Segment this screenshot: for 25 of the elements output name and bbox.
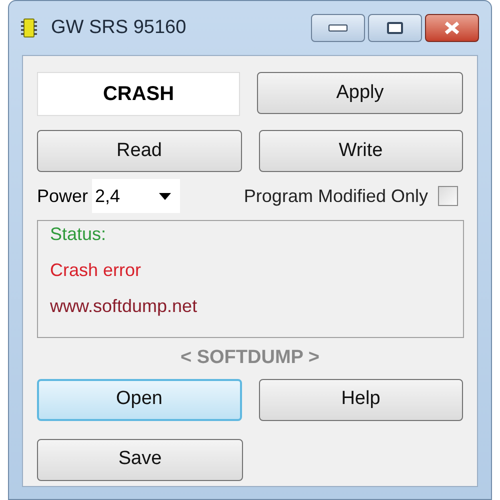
program-modified-checkbox[interactable] xyxy=(438,186,458,206)
window-title: GW SRS 95160 xyxy=(51,16,186,40)
dropdown-arrow-icon xyxy=(159,192,172,200)
power-value: 2,4 xyxy=(95,184,120,208)
status-line: Crash error xyxy=(50,259,142,281)
checkbox-label: Program Modified Only xyxy=(244,184,428,208)
power-label: Power xyxy=(37,184,88,208)
maximize-button[interactable] xyxy=(368,14,422,42)
push-button[interactable]: Help xyxy=(258,378,463,420)
close-icon xyxy=(444,21,460,35)
push-button[interactable]: Apply xyxy=(257,72,463,114)
close-button[interactable] xyxy=(425,14,479,42)
push-button[interactable]: Write xyxy=(258,130,463,172)
chip-icon xyxy=(21,18,37,38)
push-button[interactable]: Save xyxy=(37,438,243,480)
mode-display: CRASH xyxy=(37,72,240,116)
status-line: www.softdump.net xyxy=(50,295,198,317)
power-dropdown[interactable]: 2,4 xyxy=(92,179,180,213)
push-button[interactable]: Read xyxy=(37,130,242,172)
minimize-icon xyxy=(328,24,348,32)
status-line: Status: xyxy=(50,223,108,245)
minimize-button[interactable] xyxy=(311,14,365,42)
maximize-icon xyxy=(387,22,403,34)
brand-title: < SOFTDUMP > xyxy=(180,346,320,370)
push-button[interactable]: Open xyxy=(37,378,242,420)
